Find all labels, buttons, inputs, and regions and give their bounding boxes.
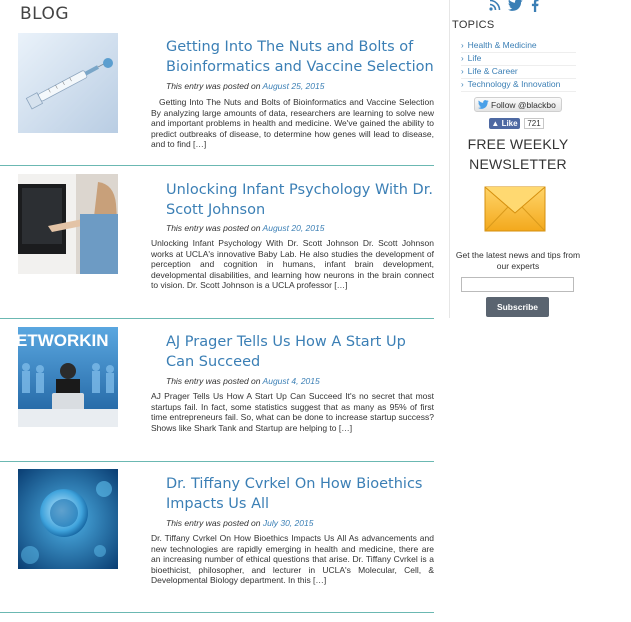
post-title-link[interactable]: Unlocking Infant Psychology With Dr. Sco… [166,180,434,220]
twitter-icon [478,100,489,109]
post-excerpt: Getting Into The Nuts and Bolts of Bioin… [151,97,434,150]
like-count: 721 [524,118,544,129]
post-divider [0,165,434,166]
post-meta: This entry was posted on July 30, 2015 [166,518,313,528]
post-thumbnail-syringe[interactable] [18,33,118,133]
envelope-icon [484,185,546,238]
thumbnail-caption: ETWORKIN [18,331,109,350]
post-meta-prefix: This entry was posted on [166,81,263,91]
twitter-follow-button[interactable]: Follow @blackbo [474,97,562,112]
post-meta-prefix: This entry was posted on [166,223,263,233]
post-excerpt: AJ Prager Tells Us How A Start Up Can Su… [151,391,434,433]
facebook-icon[interactable] [531,0,539,15]
thumbs-up-icon: ▲ [491,119,500,128]
chevron-right-icon: › [461,80,464,89]
page-title: BLOG [20,4,70,24]
chevron-right-icon: › [461,67,464,76]
post-meta-prefix: This entry was posted on [166,376,263,386]
topic-link-life[interactable]: › Life [461,53,576,66]
post-date-link[interactable]: August 25, 2015 [263,81,325,91]
post-divider [0,318,434,319]
post-meta-prefix: This entry was posted on [166,518,263,528]
post-date-link[interactable]: August 4, 2015 [263,376,320,386]
sidebar-divider [449,0,450,318]
newsletter-description: Get the latest news and tips from our ex… [455,250,581,271]
post-meta: This entry was posted on August 4, 2015 [166,376,320,386]
post-date-link[interactable]: July 30, 2015 [263,518,314,528]
post-title-link[interactable]: AJ Prager Tells Us How A Start Up Can Su… [166,332,434,372]
post-thumbnail-cell[interactable] [18,469,118,569]
topic-label: Technology & Innovation [467,79,561,89]
like-label: Like [501,119,518,128]
topic-link-technology-innovation[interactable]: › Technology & Innovation [461,79,576,92]
chevron-right-icon: › [461,41,464,50]
post-date-link[interactable]: August 20, 2015 [263,223,325,233]
post-excerpt: Unlocking Infant Psychology With Dr. Sco… [151,238,434,291]
post-thumbnail-networking[interactable]: ETWORKIN [18,327,118,427]
topics-heading: TOPICS [452,19,495,31]
topic-label: Health & Medicine [467,40,537,50]
topic-link-life-career[interactable]: › Life & Career [461,66,576,79]
post-thumbnail-infant-study[interactable] [18,174,118,274]
follow-label: Follow @blackbo [491,100,556,110]
topic-label: Life & Career [467,66,518,76]
facebook-like-button[interactable]: ▲ Like [489,118,520,129]
post-meta: This entry was posted on August 25, 2015 [166,81,324,91]
topic-label: Life [467,53,482,63]
post-divider [0,461,434,462]
twitter-icon[interactable] [508,0,523,14]
post-meta: This entry was posted on August 20, 2015 [166,223,324,233]
rss-icon[interactable] [489,0,501,14]
post-title-link[interactable]: Dr. Tiffany Cvrkel On How Bioethics Impa… [166,474,434,514]
blog-main: BLOG Getting Into The Nuts and Bolts of … [0,0,434,622]
post-excerpt: Dr. Tiffany Cvrkel On How Bioethics Impa… [151,533,434,586]
subscribe-button[interactable]: Subscribe [486,297,549,317]
post-divider [0,612,434,613]
newsletter-email-input[interactable] [461,277,574,292]
post-title-link[interactable]: Getting Into The Nuts and Bolts of Bioin… [166,37,434,77]
chevron-right-icon: › [461,54,464,63]
newsletter-title: FREE WEEKLY NEWSLETTER [467,136,569,172]
topic-link-health-medicine[interactable]: › Health & Medicine [461,40,576,53]
